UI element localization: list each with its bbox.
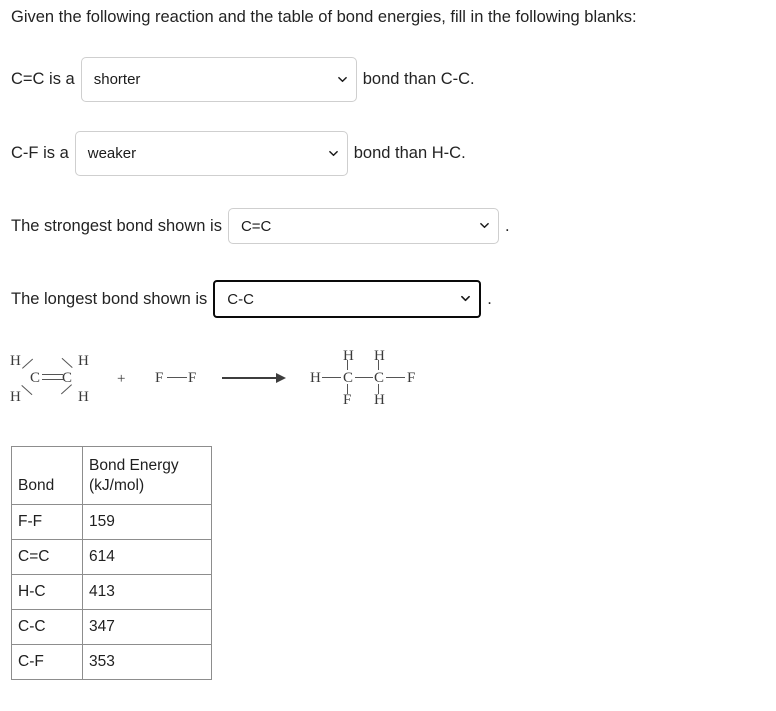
blank-2-trail-text: bond than H-C. bbox=[353, 144, 466, 162]
blank-1-trail-text: bond than C-C. bbox=[362, 70, 475, 88]
blank-2-lead-text: C-F is a bbox=[11, 144, 69, 162]
product-bond-cc bbox=[355, 377, 373, 379]
blank-row-3: The strongest bond shown is C=C . bbox=[11, 208, 510, 244]
ethene-carbon-left: C bbox=[30, 370, 41, 386]
table-header-row: Bond Bond Energy (kJ/mol) bbox=[11, 446, 212, 505]
column-header-bond-energy-line2: (kJ/mol) bbox=[89, 476, 145, 494]
ethene-bond-h-top-left bbox=[22, 358, 34, 370]
cell-energy: 159 bbox=[82, 504, 212, 540]
ethene-h-top-left: H bbox=[10, 353, 21, 369]
ethene-h-top-right: H bbox=[78, 353, 89, 369]
fluorine-right-atom: F bbox=[188, 370, 197, 386]
reaction-arrow-line bbox=[222, 377, 278, 379]
cell-energy: 614 bbox=[82, 539, 212, 575]
blank-1-selected-value: shorter bbox=[93, 71, 141, 88]
fluorine-bond bbox=[167, 377, 187, 379]
ethene-double-bond-upper bbox=[42, 374, 63, 376]
fluorine-left-atom: F bbox=[155, 370, 164, 386]
ethene-h-bottom-right: H bbox=[78, 389, 89, 405]
table-row: F-F 159 bbox=[11, 504, 212, 540]
product-bond-h-top-right bbox=[378, 360, 380, 370]
blank-2-select[interactable]: weaker bbox=[74, 131, 348, 176]
ethene-bond-h-bottom-left bbox=[21, 385, 33, 396]
blank-3-selected-value: C=C bbox=[240, 217, 272, 235]
reaction-diagram: H H H H C C + F F H H H C C F F H bbox=[0, 336, 470, 416]
cell-bond: H-C bbox=[11, 574, 83, 610]
column-header-bond-energy-line1: Bond Energy bbox=[89, 456, 179, 474]
blank-4-select[interactable]: C-C bbox=[213, 280, 482, 318]
blank-3-select[interactable]: C=C bbox=[227, 208, 499, 244]
product-h-left: H bbox=[310, 370, 321, 386]
column-header-bond: Bond bbox=[11, 446, 83, 505]
cell-bond: C-C bbox=[11, 609, 83, 645]
product-bond-h-bottom-right bbox=[378, 384, 380, 394]
cell-energy: 353 bbox=[82, 644, 212, 680]
product-h-bottom-right: H bbox=[374, 392, 385, 408]
table-head: Bond Bond Energy (kJ/mol) bbox=[11, 446, 212, 505]
product-h-top-left: H bbox=[343, 348, 354, 364]
table-body: F-F 159 C=C 614 H-C 413 C-C 347 C-F 353 bbox=[11, 504, 212, 680]
reaction-plus-sign: + bbox=[117, 371, 126, 387]
product-bond-f-right bbox=[386, 377, 405, 379]
ethene-bond-h-top-right bbox=[61, 357, 73, 368]
ethene-double-bond-lower bbox=[42, 379, 63, 381]
product-h-top-right: H bbox=[374, 348, 385, 364]
reaction-arrow-head bbox=[276, 373, 286, 383]
ethene-h-bottom-left: H bbox=[10, 389, 21, 405]
blank-1-select[interactable]: shorter bbox=[80, 57, 357, 102]
blank-4-lead-text: The longest bond shown is bbox=[11, 289, 208, 308]
column-header-bond-energy: Bond Energy (kJ/mol) bbox=[82, 446, 212, 505]
product-bond-h-left bbox=[322, 377, 341, 379]
cell-bond: C-F bbox=[11, 644, 83, 680]
blank-2-selected-value: weaker bbox=[87, 145, 137, 162]
table-row: C-C 347 bbox=[11, 609, 212, 645]
chevron-down-icon bbox=[337, 75, 347, 84]
blank-row-4: The longest bond shown is C-C . bbox=[11, 280, 492, 318]
cell-bond: C=C bbox=[11, 539, 83, 575]
product-bond-f-bottom-left bbox=[347, 384, 349, 394]
blank-4-trail-text: . bbox=[487, 289, 492, 308]
blank-3-lead-text: The strongest bond shown is bbox=[11, 216, 222, 235]
chevron-down-icon bbox=[461, 294, 471, 303]
product-bond-h-top-left bbox=[347, 360, 349, 370]
product-f-right: F bbox=[407, 370, 416, 386]
product-f-bottom-left: F bbox=[343, 392, 352, 408]
chevron-down-icon bbox=[328, 149, 338, 158]
cell-bond: F-F bbox=[11, 504, 83, 540]
blank-4-selected-value: C-C bbox=[227, 290, 254, 308]
cell-energy: 413 bbox=[82, 574, 212, 610]
question-page: Given the following reaction and the tab… bbox=[0, 0, 776, 711]
blank-row-2: C-F is a weaker bond than H-C. bbox=[11, 131, 466, 176]
chevron-down-icon bbox=[480, 221, 489, 230]
page-title: Given the following reaction and the tab… bbox=[11, 8, 637, 26]
table-row: C=C 614 bbox=[11, 539, 212, 575]
blank-3-trail-text: . bbox=[504, 216, 510, 235]
table-row: C-F 353 bbox=[11, 644, 212, 680]
table-row: H-C 413 bbox=[11, 574, 212, 610]
blank-1-lead-text: C=C is a bbox=[11, 70, 75, 88]
bond-energy-table: Bond Bond Energy (kJ/mol) F-F 159 C=C 61… bbox=[11, 446, 212, 680]
blank-row-1: C=C is a shorter bond than C-C. bbox=[11, 57, 475, 102]
cell-energy: 347 bbox=[82, 609, 212, 645]
